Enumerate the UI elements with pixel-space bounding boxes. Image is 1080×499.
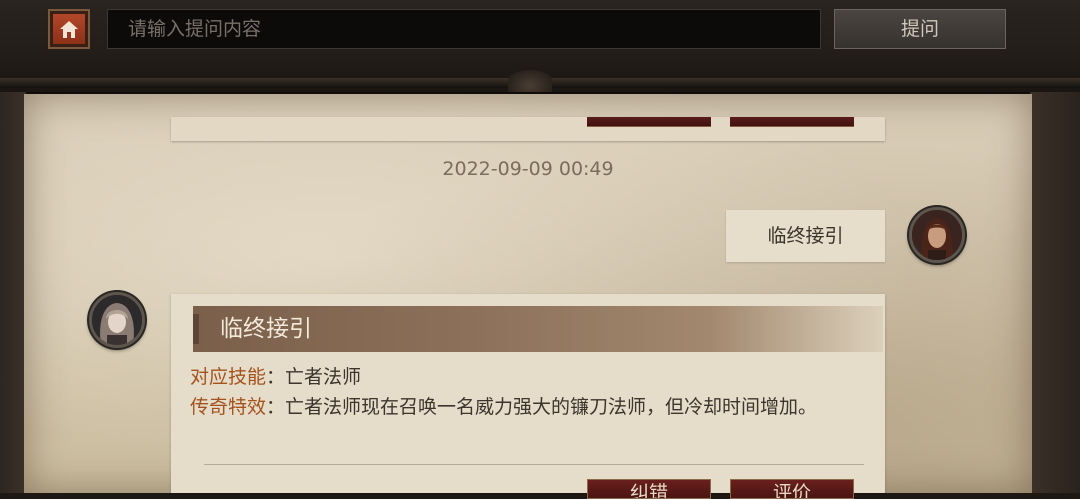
- ask-button[interactable]: 提问: [834, 9, 1006, 49]
- user-message-bubble: 临终接引: [726, 210, 885, 262]
- answer-title: 临终接引: [193, 306, 883, 352]
- message-timestamp: 2022-09-09 00:49: [442, 158, 614, 180]
- skill-value: 亡者法师: [285, 366, 362, 388]
- legendary-value: 亡者法师现在召唤一名威力强大的镰刀法师，但冷却时间增加。: [285, 396, 818, 418]
- header-ornament: [508, 70, 552, 92]
- previous-correct-button[interactable]: [587, 117, 711, 127]
- home-icon: [60, 20, 78, 38]
- skill-separator: ：: [266, 366, 286, 388]
- assistant-avatar[interactable]: [89, 292, 145, 348]
- user-avatar[interactable]: [909, 207, 965, 263]
- home-button-face: [53, 14, 85, 44]
- rate-button[interactable]: 评价: [730, 479, 854, 499]
- legendary-key: 传奇特效: [190, 396, 267, 418]
- previous-rate-button[interactable]: [730, 117, 854, 127]
- legendary-separator: ：: [266, 396, 286, 418]
- legendary-line: 传奇特效：亡者法师现在召唤一名威力强大的镰刀法师，但冷却时间增加。: [190, 393, 840, 421]
- skill-key: 对应技能: [190, 366, 267, 388]
- home-button[interactable]: [48, 9, 90, 49]
- assistant-portrait-icon: [92, 295, 142, 345]
- right-frame: [1030, 92, 1080, 493]
- user-portrait-icon: [912, 210, 962, 260]
- search-input[interactable]: 请输入提问内容: [107, 9, 821, 49]
- correct-button[interactable]: 纠错: [587, 479, 711, 499]
- answer-divider: [204, 464, 864, 465]
- left-frame: [0, 92, 26, 493]
- skill-line: 对应技能：亡者法师: [190, 363, 840, 391]
